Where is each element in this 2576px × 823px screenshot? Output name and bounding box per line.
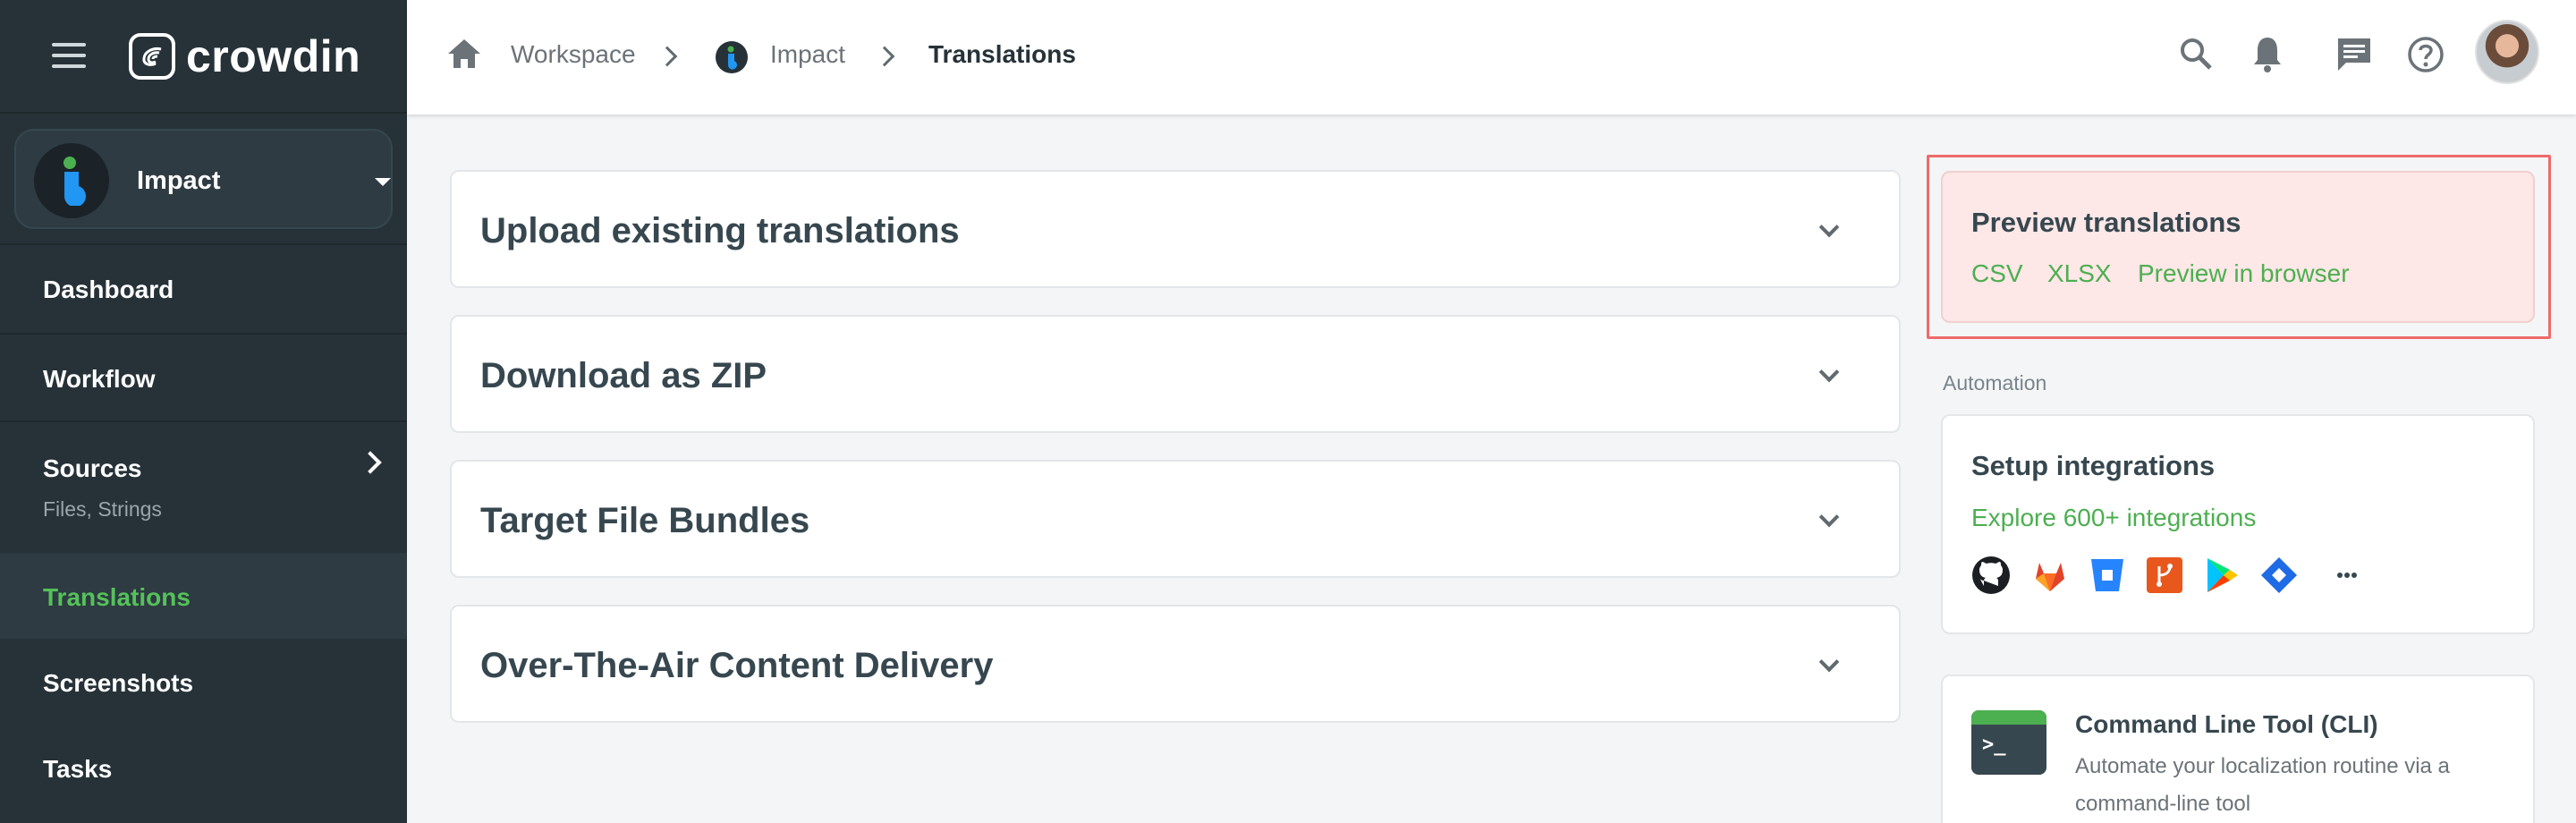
chevron-down-icon bbox=[1818, 361, 1840, 383]
preview-in-browser-link[interactable]: Preview in browser bbox=[2138, 259, 2350, 288]
preview-translations-card: Preview translations CSV XLSX Preview in… bbox=[1941, 171, 2535, 323]
project-name: Impact bbox=[137, 166, 221, 195]
logo-text: crowdin bbox=[186, 31, 361, 81]
card-title: Over-The-Air Content Delivery bbox=[480, 646, 994, 685]
breadcrumb-workspace[interactable]: Workspace bbox=[511, 40, 636, 69]
chevron-right-icon bbox=[874, 46, 895, 67]
sidebar-item-sources[interactable]: Sources Files, Strings bbox=[0, 422, 407, 551]
home-icon[interactable] bbox=[446, 38, 482, 74]
chevron-right-icon bbox=[657, 46, 678, 67]
more-icon[interactable] bbox=[2327, 556, 2367, 595]
card-upload-translations[interactable]: Upload existing translations bbox=[450, 170, 1901, 288]
sidebar-header: crowdin bbox=[0, 0, 407, 112]
sidebar-item-sublabel: Files, Strings bbox=[43, 497, 162, 521]
github-icon[interactable] bbox=[1971, 556, 2011, 595]
card-ota-delivery[interactable]: Over-The-Air Content Delivery bbox=[450, 605, 1901, 723]
sidebar-item-workflow[interactable]: Workflow bbox=[0, 335, 407, 420]
preview-xlsx-link[interactable]: XLSX bbox=[2047, 259, 2112, 288]
topbar: Workspace Impact Translations bbox=[407, 0, 2576, 115]
card-title: Upload existing translations bbox=[480, 211, 960, 250]
project-avatar-icon bbox=[716, 41, 748, 78]
app-root: crowdin Impact Dashboard Workflow Source… bbox=[0, 0, 2576, 823]
caret-down-icon bbox=[375, 178, 391, 186]
bell-icon[interactable] bbox=[2251, 36, 2284, 78]
user-avatar[interactable] bbox=[2475, 20, 2539, 84]
automation-label: Automation bbox=[1943, 371, 2047, 395]
bitbucket-icon[interactable] bbox=[2088, 556, 2127, 595]
sidebar: crowdin Impact Dashboard Workflow Source… bbox=[0, 0, 407, 823]
card-title: Target File Bundles bbox=[480, 501, 810, 540]
sidebar-item-screenshots[interactable]: Screenshots bbox=[0, 641, 407, 726]
chevron-down-icon bbox=[1818, 506, 1840, 528]
chevron-down-icon bbox=[1818, 216, 1840, 238]
sidebar-item-label: Sources bbox=[43, 454, 142, 482]
menu-icon[interactable] bbox=[52, 43, 86, 70]
git-icon[interactable] bbox=[2145, 556, 2184, 595]
crowdin-logo-icon bbox=[129, 33, 175, 80]
preview-csv-link[interactable]: CSV bbox=[1971, 259, 2023, 288]
cli-title: Command Line Tool (CLI) bbox=[2075, 710, 2378, 738]
search-icon[interactable] bbox=[2178, 36, 2214, 76]
cli-card[interactable]: >_ Command Line Tool (CLI) Automate your… bbox=[1941, 675, 2535, 823]
google-play-icon[interactable] bbox=[2202, 556, 2241, 595]
sidebar-item-translations[interactable]: Translations bbox=[0, 553, 407, 639]
sidebar-item-label: Dashboard bbox=[43, 276, 174, 303]
breadcrumb-current: Translations bbox=[928, 40, 1076, 68]
card-title: Setup integrations bbox=[1971, 450, 2216, 481]
help-icon[interactable] bbox=[2407, 36, 2445, 78]
chevron-down-icon bbox=[1818, 651, 1840, 673]
sidebar-item-label: Workflow bbox=[43, 365, 156, 393]
card-title: Download as ZIP bbox=[480, 356, 767, 395]
cli-description: Automate your localization routine via a… bbox=[2075, 754, 2450, 816]
card-target-file-bundles[interactable]: Target File Bundles bbox=[450, 460, 1901, 578]
card-title: Preview translations bbox=[1971, 207, 2241, 238]
explore-integrations-link[interactable]: Explore 600+ integrations bbox=[1971, 504, 2256, 532]
project-selector[interactable]: Impact bbox=[14, 129, 393, 229]
sidebar-item-label: Tasks bbox=[43, 755, 113, 783]
divider bbox=[0, 112, 407, 114]
breadcrumb-project[interactable]: Impact bbox=[770, 40, 845, 69]
jira-icon[interactable] bbox=[2259, 556, 2299, 595]
terminal-icon: >_ bbox=[1971, 710, 2046, 775]
sidebar-item-label: Translations bbox=[43, 583, 191, 611]
message-icon[interactable] bbox=[2335, 36, 2373, 78]
sidebar-item-label: Screenshots bbox=[43, 669, 194, 697]
integrations-card: Setup integrations Explore 600+ integrat… bbox=[1941, 414, 2535, 634]
sidebar-item-tasks[interactable]: Tasks bbox=[0, 728, 407, 814]
card-download-zip[interactable]: Download as ZIP bbox=[450, 315, 1901, 433]
crowdin-logo[interactable]: crowdin bbox=[129, 30, 360, 82]
sidebar-item-dashboard[interactable]: Dashboard bbox=[0, 245, 407, 333]
gitlab-icon[interactable] bbox=[2030, 556, 2070, 595]
project-avatar bbox=[34, 143, 109, 218]
chevron-right-icon bbox=[359, 451, 382, 474]
